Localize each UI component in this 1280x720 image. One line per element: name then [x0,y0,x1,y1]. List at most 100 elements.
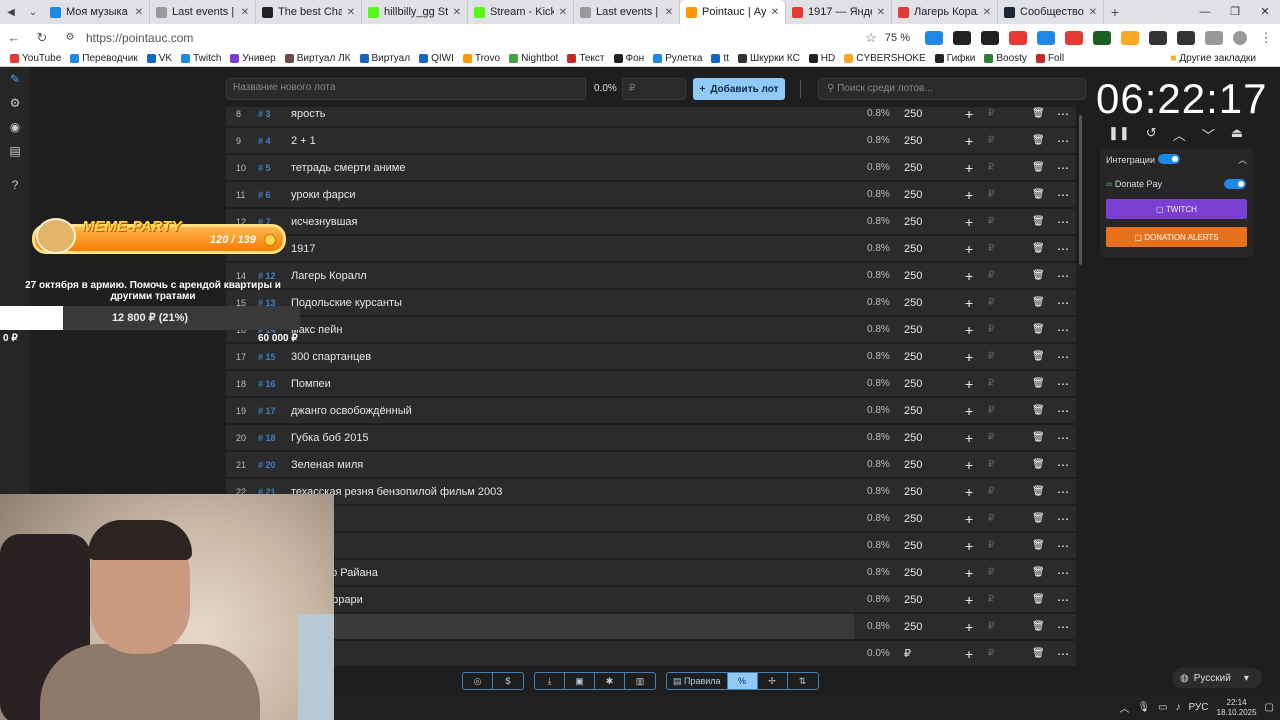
lot-row[interactable]: 27# 26мен0.8%250+₽🗑⋯ [226,614,1076,639]
plus-icon[interactable]: + [965,107,973,122]
clear-icon[interactable]: ▥ [625,673,655,689]
bookmark-item[interactable]: VK [146,53,172,64]
add-amount-input[interactable]: ₽ [988,108,994,119]
browser-tab[interactable]: The best ChatBot ✕ [256,0,362,24]
bookmark-item[interactable]: Переводчик [70,53,138,64]
close-tab-icon[interactable]: ✕ [241,7,249,18]
more-icon[interactable]: ⋯ [1057,296,1069,310]
list-scrollbar[interactable] [1079,115,1082,265]
percent-toggle-icon[interactable]: % [727,673,758,689]
pause-icon[interactable]: ❚❚ [1108,125,1130,144]
new-lot-amount-input[interactable]: ₽ [622,78,686,100]
plus-icon[interactable]: + [965,538,973,554]
more-icon[interactable]: ⋯ [1057,539,1069,553]
extension-icon[interactable] [1121,30,1139,45]
add-amount-input[interactable]: ₽ [988,270,994,281]
more-icon[interactable]: ⋯ [1057,485,1069,499]
tab-list-icon[interactable]: ⌄ [22,0,44,24]
close-tab-icon[interactable]: ✕ [1089,7,1097,18]
merge-icon[interactable]: ✢ [758,673,788,689]
plus-icon[interactable]: + [965,592,973,608]
add-amount-input[interactable]: ₽ [988,486,994,497]
donation-alerts-button[interactable]: ▢ DONATION ALERTS [1106,227,1247,247]
add-amount-input[interactable]: ₽ [988,162,994,173]
add-amount-input[interactable]: ₽ [988,648,994,659]
lot-amount[interactable]: 250 [904,378,922,390]
bookmark-item[interactable]: Trovo [462,53,500,64]
add-amount-input[interactable]: ₽ [988,567,994,578]
bookmark-item[interactable]: Шкурки КС [738,53,800,64]
trash-icon[interactable]: 🗑 [1032,378,1045,389]
lot-amount[interactable]: 250 [904,540,922,552]
plus-icon[interactable]: + [965,349,973,365]
add-amount-input[interactable]: ₽ [988,432,994,443]
browser-tab[interactable]: hillbilly_gg Stream ✕ [362,0,468,24]
new-tab-button[interactable]: + [1104,4,1126,20]
lot-row[interactable]: 17 # 15 300 спартанцев 0.8% 250 + ₽ 🗑 ⋯ [226,344,1076,369]
lot-row[interactable]: 16# 14макс пейн0.8%250+₽🗑⋯ [226,317,1076,342]
lot-row[interactable]: 20 # 18 Губка боб 2015 0.8% 250 + ₽ 🗑 ⋯ [226,425,1076,450]
trash-icon[interactable]: 🗑 [1032,243,1045,254]
more-icon[interactable]: ⋯ [1057,242,1069,256]
lot-amount[interactable]: 250 [904,243,922,255]
extension-icon[interactable] [1037,30,1055,45]
lot-row[interactable]: 22 # 21 техасская резня бензопилой фильм 2… [226,479,1076,504]
extension-icon[interactable] [1093,30,1111,45]
lot-name[interactable]: тетрадь смерти аниме [291,162,405,174]
lot-name[interactable]: Подольские курсанты [291,297,402,309]
add-amount-input[interactable]: ₽ [988,594,994,605]
trash-icon[interactable]: 🗑 [1032,324,1045,335]
more-icon[interactable]: ⋯ [1057,620,1069,634]
wheel-icon[interactable]: ◉ [0,115,30,139]
lot-amount[interactable]: 250 [904,432,922,444]
lot-row[interactable]: 10 # 5 тетрадь смерти аниме 0.8% 250 + ₽ 🗑 ⋯ [226,155,1076,180]
add-amount-input[interactable]: ₽ [988,243,994,254]
bookmark-item[interactable]: tt [711,53,729,64]
lot-row[interactable]: 19 # 17 джанго освобождённый 0.8% 250 + ₽ 🗑 ⋯ [226,398,1076,423]
more-icon[interactable]: ⋯ [1057,107,1069,121]
mic-icon[interactable]: 🎙 [1137,702,1150,713]
plus-icon[interactable]: + [965,322,973,338]
extension-icon[interactable] [981,30,999,45]
more-icon[interactable]: ⋯ [1057,404,1069,418]
add-amount-input[interactable]: ₽ [988,324,994,335]
bookmark-star-icon[interactable]: ☆ [857,30,885,46]
trash-icon[interactable]: 🗑 [1032,486,1045,497]
trash-icon[interactable]: 🗑 [1032,432,1045,443]
lot-amount[interactable]: 250 [904,162,922,174]
lot-row[interactable]: 23# 22не туда0.8%250+₽🗑⋯ [226,506,1076,531]
bookmark-item[interactable]: HD [808,53,835,64]
extension-icon[interactable] [1177,30,1195,45]
trash-icon[interactable]: 🗑 [1032,540,1045,551]
bookmark-item[interactable]: Виртуал [359,53,410,64]
lot-name[interactable]: джанго освобождённый [291,405,412,417]
lot-amount[interactable]: 250 [904,621,922,633]
download-icon[interactable]: ⤓ [535,673,565,689]
lot-name[interactable]: Лагерь Коралл [291,270,367,282]
bookmark-item[interactable]: Nightbot [509,53,558,64]
more-icon[interactable]: ⋯ [1057,377,1069,391]
more-icon[interactable]: ⋯ [1057,134,1069,148]
close-tab-icon[interactable]: ✕ [559,7,567,18]
collapse-icon[interactable]: ⏏ [1231,125,1243,144]
lot-row[interactable]: 11 # 6 уроки фарси 0.8% 250 + ₽ 🗑 ⋯ [226,182,1076,207]
browser-tab[interactable]: Last events | Dona ✕ [150,0,256,24]
back-tabs-icon[interactable]: ◀ [0,0,22,24]
logo-icon[interactable]: ✎ [0,67,30,91]
sort-icon[interactable]: ⇅ [788,673,818,689]
add-amount-input[interactable]: ₽ [988,135,994,146]
lot-amount[interactable]: 250 [904,270,922,282]
plus-icon[interactable]: + [965,133,973,149]
twitch-button[interactable]: ▢ TWITCH [1106,199,1247,219]
bug-icon[interactable]: ✱ [595,673,625,689]
browser-tab[interactable]: 1917 — Яндекс нa ✕ [786,0,892,24]
new-lot-name-input[interactable]: Название нового лота [226,78,586,100]
minimize-icon[interactable]: — [1190,0,1220,24]
plus-icon[interactable]: + [965,484,973,500]
bookmark-item[interactable]: Рулетка [653,53,702,64]
lot-amount[interactable]: 250 [904,594,922,606]
bookmark-item[interactable]: Виртуал ЛК [284,53,351,64]
more-icon[interactable]: ⋯ [1057,431,1069,445]
add-amount-input[interactable]: ₽ [988,297,994,308]
trash-icon[interactable]: 🗑 [1032,351,1045,362]
